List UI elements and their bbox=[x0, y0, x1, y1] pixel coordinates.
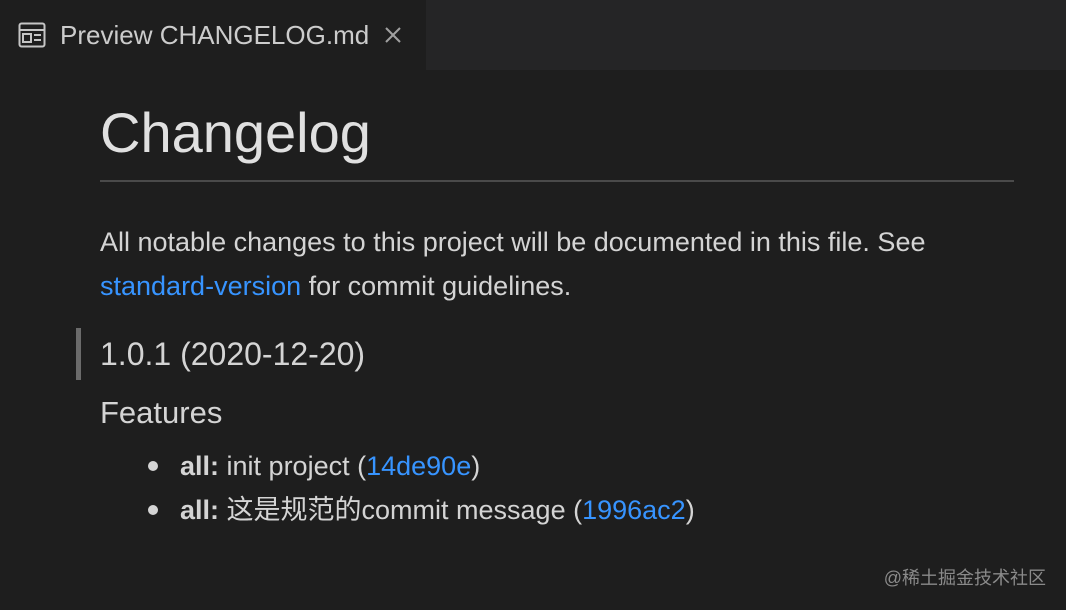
commit-hash-link[interactable]: 1996ac2 bbox=[582, 495, 686, 525]
tab-bar: Preview CHANGELOG.md bbox=[0, 0, 1066, 70]
version-heading: 1.0.1 (2020-12-20) bbox=[100, 336, 366, 372]
features-list: all: init project (14de90e) all: 这是规范的co… bbox=[140, 444, 695, 532]
list-item: all: init project (14de90e) bbox=[140, 444, 695, 488]
commit-message: init project ( bbox=[226, 451, 367, 481]
heading-divider bbox=[100, 180, 1014, 182]
commit-scope: all: bbox=[180, 495, 220, 525]
bullet-icon bbox=[148, 505, 158, 515]
standard-version-link[interactable]: standard-version bbox=[100, 271, 301, 301]
close-icon[interactable] bbox=[382, 24, 404, 46]
list-item: all: 这是规范的commit message (1996ac2) bbox=[140, 488, 695, 532]
commit-hash-link[interactable]: 14de90e bbox=[366, 451, 471, 481]
commit-scope: all: bbox=[180, 451, 220, 481]
commit-message: 这是规范的commit message ( bbox=[226, 495, 583, 525]
intro-text: All notable changes to this project will… bbox=[100, 227, 926, 257]
page-title: Changelog bbox=[100, 101, 371, 164]
commit-close: ) bbox=[471, 451, 481, 481]
commit-close: ) bbox=[685, 495, 695, 525]
active-line-indicator bbox=[76, 328, 81, 380]
preview-icon bbox=[18, 22, 46, 48]
watermark: @稀土掘金技术社区 bbox=[883, 568, 1046, 588]
bullet-icon bbox=[148, 461, 158, 471]
intro-text-tail: for commit guidelines. bbox=[308, 271, 572, 301]
intro-paragraph: All notable changes to this project will… bbox=[100, 220, 1014, 308]
tab-title: Preview CHANGELOG.md bbox=[60, 20, 370, 50]
tab-preview-changelog[interactable]: Preview CHANGELOG.md bbox=[0, 0, 426, 70]
features-heading: Features bbox=[100, 395, 223, 430]
